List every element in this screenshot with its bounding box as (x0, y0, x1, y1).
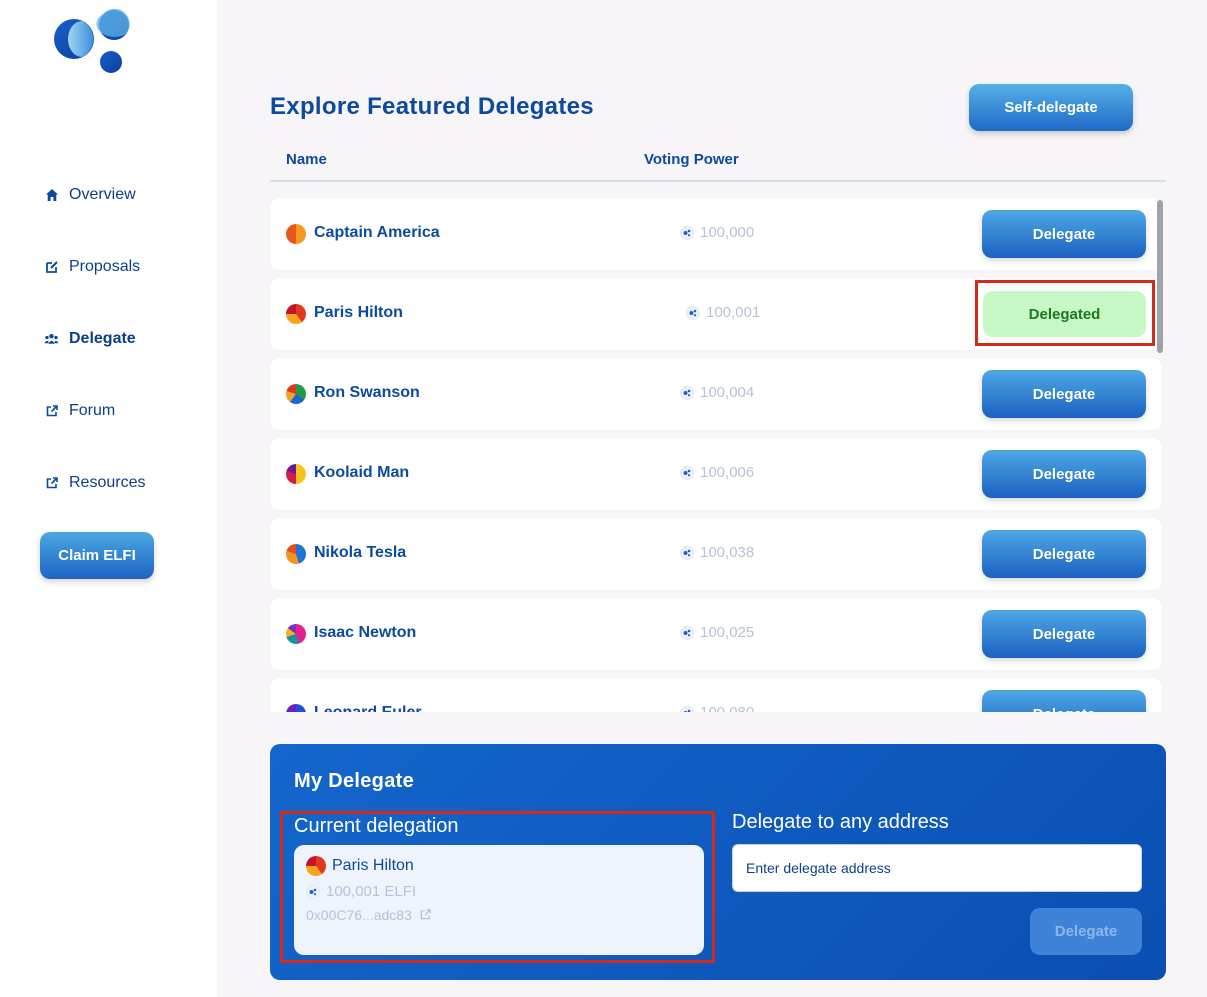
voting-power: 100,004 (680, 384, 754, 401)
voting-power: 100,038 (680, 544, 754, 561)
voting-power-value: 100,001 (706, 304, 761, 321)
highlight-box-delegated (975, 280, 1155, 346)
avatar (286, 544, 306, 564)
sidebar-item-label: Resources (69, 474, 146, 491)
delegate-button[interactable]: Delegate (982, 610, 1146, 658)
home-icon (44, 188, 59, 203)
sidebar-item-label: Proposals (69, 258, 141, 275)
sidebar: Overview Proposals Delegate Forum Resour… (0, 0, 217, 997)
voting-power: 100,006 (680, 464, 754, 481)
elfi-token-icon (680, 545, 694, 560)
delegate-button[interactable]: Delegate (982, 690, 1146, 712)
delegate-button[interactable]: Delegate (982, 450, 1146, 498)
delegate-row: Isaac Newton 100,025 Delegate (270, 598, 1162, 670)
voting-power-value: 100,080 (700, 704, 754, 712)
delegate-name: Paris Hilton (314, 304, 403, 321)
delegate-name: Isaac Newton (314, 624, 417, 641)
edit-icon (44, 260, 59, 275)
external-link-icon (44, 404, 59, 419)
delegate-row: Captain America 100,000 Delegate (270, 198, 1162, 270)
sidebar-item-label: Delegate (69, 330, 136, 347)
elfi-token-icon (680, 705, 694, 712)
voting-power-value: 100,038 (700, 544, 755, 561)
voting-power-value: 100,006 (700, 464, 755, 481)
delegate-name: Ron Swanson (314, 384, 420, 401)
avatar (286, 224, 306, 244)
list-scrollbar[interactable] (1157, 200, 1163, 353)
avatar (286, 464, 306, 484)
delegate-row: Koolaid Man 100,006 Delegate (270, 438, 1162, 510)
sidebar-item-resources[interactable]: Resources (44, 474, 145, 492)
voting-power-value: 100,000 (700, 224, 755, 241)
highlight-box-current-delegation (280, 811, 715, 963)
sidebar-item-forum[interactable]: Forum (44, 402, 115, 420)
delegate-row: Nikola Tesla 100,038 Delegate (270, 518, 1162, 590)
delegate-button[interactable]: Delegate (982, 530, 1146, 578)
avatar (286, 304, 306, 324)
elfi-token-icon (680, 385, 694, 400)
elfi-token-icon (686, 305, 700, 320)
delegate-name: Captain America (314, 224, 440, 241)
voting-power: 100,080 (680, 704, 754, 712)
sidebar-item-overview[interactable]: Overview (44, 186, 136, 204)
delegate-button[interactable]: Delegate (982, 210, 1146, 258)
delegate-button[interactable]: Delegate (982, 370, 1146, 418)
my-delegate-title: My Delegate (294, 770, 415, 792)
sidebar-item-proposals[interactable]: Proposals (44, 258, 140, 276)
users-icon (44, 332, 59, 347)
voting-power: 100,001 (686, 304, 760, 321)
column-header-name: Name (286, 151, 327, 168)
delegate-name: Leonard Euler (314, 704, 422, 712)
claim-elfi-button[interactable]: Claim ELFI (40, 532, 154, 579)
delegate-name: Koolaid Man (314, 464, 410, 481)
elfi-token-icon (680, 225, 694, 240)
delegate-address-button[interactable]: Delegate (1030, 908, 1142, 955)
avatar (286, 624, 306, 644)
avatar (286, 704, 306, 712)
sidebar-item-delegate[interactable]: Delegate (44, 330, 136, 348)
header-divider (270, 180, 1166, 182)
elfi-token-icon (680, 465, 694, 480)
element-finance-logo[interactable] (52, 8, 132, 76)
delegate-any-address-label: Delegate to any address (732, 811, 949, 833)
delegate-address-input[interactable] (732, 844, 1142, 892)
sidebar-item-label: Forum (69, 402, 116, 419)
column-header-voting-power: Voting Power (644, 151, 739, 168)
delegates-list[interactable]: Captain America 100,000 Delegate Paris H… (270, 198, 1166, 712)
sidebar-item-label: Overview (69, 186, 136, 203)
voting-power: 100,025 (680, 624, 754, 641)
delegate-name: Nikola Tesla (314, 544, 407, 561)
voting-power-value: 100,025 (700, 624, 755, 641)
voting-power-value: 100,004 (700, 384, 755, 401)
external-link-icon (44, 476, 59, 491)
avatar (286, 384, 306, 404)
page-title: Explore Featured Delegates (270, 93, 594, 120)
self-delegate-button[interactable]: Self-delegate (969, 84, 1133, 131)
elfi-token-icon (680, 625, 694, 640)
delegate-row: Leonard Euler 100,080 Delegate (270, 678, 1162, 712)
delegate-row: Ron Swanson 100,004 Delegate (270, 358, 1162, 430)
voting-power: 100,000 (680, 224, 754, 241)
